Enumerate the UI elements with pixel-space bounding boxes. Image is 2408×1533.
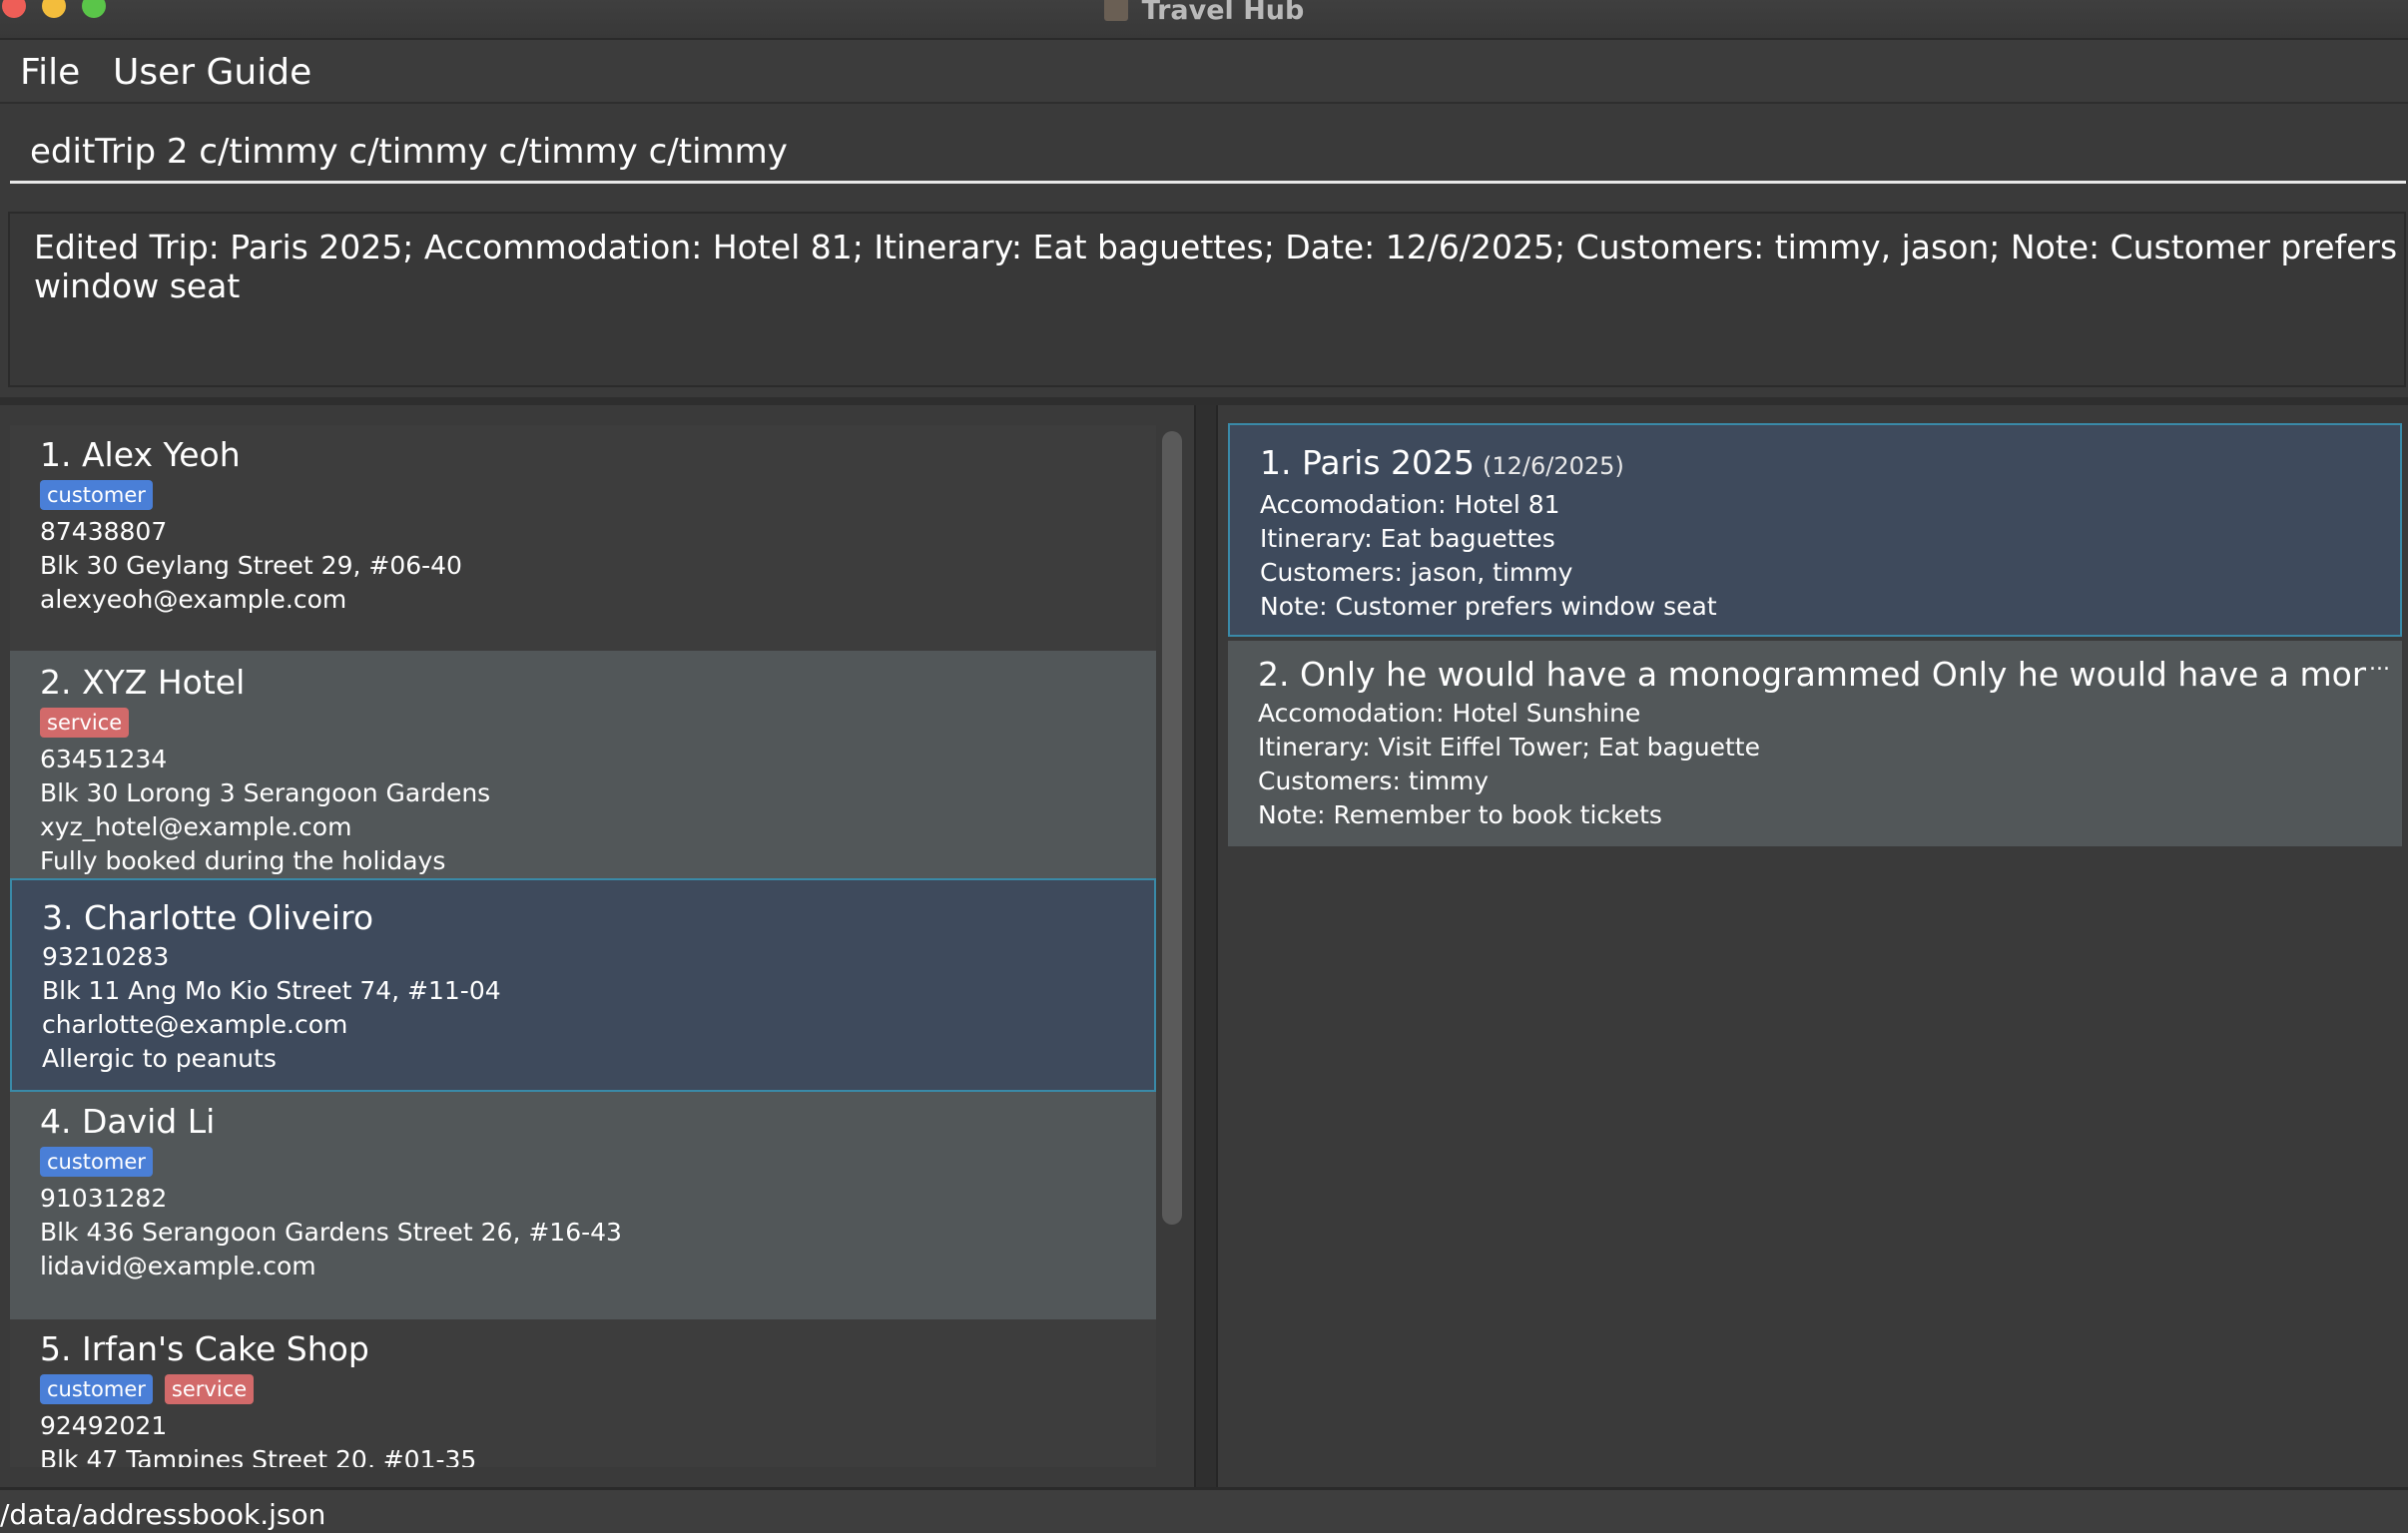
menu-bar: File User Guide bbox=[0, 40, 2408, 104]
person-tags: service bbox=[40, 708, 1156, 742]
trip-card[interactable]: 2. Only he would have a monogrammed Only… bbox=[1228, 641, 2402, 846]
trip-accommodation: Accomodation: Hotel 81 bbox=[1260, 490, 1560, 519]
trip-title: 2. Only he would have a monogrammed Only… bbox=[1258, 653, 2366, 697]
trip-name: 2. Only he would have a monogrammed Only… bbox=[1258, 655, 2366, 694]
panel-separator bbox=[0, 397, 2408, 405]
window-title: Travel Hub bbox=[0, 0, 2408, 26]
trip-itinerary: Itinerary: Eat baguettes bbox=[1260, 524, 1555, 553]
person-address: Blk 11 Ang Mo Kio Street 74, #11-04 bbox=[42, 976, 501, 1005]
person-note: Fully booked during the holidays bbox=[40, 846, 446, 875]
person-tags: customer bbox=[40, 1147, 1156, 1181]
person-name: 4. David Li bbox=[40, 1102, 216, 1141]
person-card-selected[interactable]: 3. Charlotte Oliveiro 93210283 Blk 11 An… bbox=[10, 878, 1156, 1092]
person-address: Blk 30 Geylang Street 29, #06-40 bbox=[40, 551, 462, 580]
more-ellipsis-icon: ... bbox=[2369, 651, 2390, 676]
person-name: 1. Alex Yeoh bbox=[40, 435, 241, 474]
person-card[interactable]: 1. Alex Yeoh customer 87438807 Blk 30 Ge… bbox=[10, 425, 1156, 651]
person-name: 3. Charlotte Oliveiro bbox=[42, 898, 374, 937]
status-bar: /data/addressbook.json bbox=[0, 1487, 2408, 1533]
person-tags: customer service bbox=[40, 1374, 1156, 1408]
person-phone: 92492021 bbox=[40, 1411, 168, 1440]
person-card[interactable]: 2. XYZ Hotel service 63451234 Blk 30 Lor… bbox=[10, 651, 1156, 878]
trip-customers: Customers: jason, timmy bbox=[1260, 558, 1573, 587]
trip-note: Note: Customer prefers window seat bbox=[1260, 592, 1717, 621]
title-bar: Travel Hub bbox=[0, 0, 2408, 40]
tag-badge: service bbox=[40, 708, 130, 738]
person-name: 5. Irfan's Cake Shop bbox=[40, 1329, 369, 1368]
person-address: Blk 436 Serangoon Gardens Street 26, #16… bbox=[40, 1218, 622, 1247]
trip-title: 1. Paris 2025 (12/6/2025) bbox=[1260, 441, 2400, 488]
person-email: alexyeoh@example.com bbox=[40, 585, 347, 614]
trip-note: Note: Remember to book tickets bbox=[1258, 800, 1662, 829]
person-email: charlotte@example.com bbox=[42, 1010, 348, 1039]
trip-name: 1. Paris 2025 bbox=[1260, 443, 1476, 482]
person-phone: 63451234 bbox=[40, 745, 168, 773]
person-email: lidavid@example.com bbox=[40, 1252, 316, 1280]
person-card[interactable]: 4. David Li customer 91031282 Blk 436 Se… bbox=[10, 1092, 1156, 1319]
data-file-path: /data/addressbook.json bbox=[0, 1498, 326, 1531]
result-display: Edited Trip: Paris 2025; Accommodation: … bbox=[8, 212, 2406, 387]
trip-date: (12/6/2025) bbox=[1483, 452, 1624, 480]
command-input[interactable]: editTrip 2 c/timmy c/timmy c/timmy c/tim… bbox=[10, 122, 2406, 184]
person-card[interactable]: 5. Irfan's Cake Shop customer service 924… bbox=[10, 1319, 1156, 1467]
person-phone: 91031282 bbox=[40, 1184, 168, 1213]
command-input-value[interactable]: editTrip 2 c/timmy c/timmy c/timmy c/tim… bbox=[30, 132, 788, 172]
tag-badge: customer bbox=[40, 1374, 153, 1404]
person-phone: 93210283 bbox=[42, 942, 170, 971]
app-icon bbox=[1103, 0, 1128, 21]
tag-badge: service bbox=[164, 1374, 255, 1404]
person-address: Blk 30 Lorong 3 Serangoon Gardens bbox=[40, 778, 491, 807]
person-tags: customer bbox=[40, 480, 1156, 514]
trip-itinerary: Itinerary: Visit Eiffel Tower; Eat bague… bbox=[1258, 733, 1760, 762]
split-pane-divider[interactable] bbox=[1194, 405, 1218, 1487]
trip-customers: Customers: timmy bbox=[1258, 766, 1490, 795]
trip-card-selected[interactable]: 1. Paris 2025 (12/6/2025) Accomodation: H… bbox=[1228, 423, 2402, 637]
person-note: Allergic to peanuts bbox=[42, 1044, 277, 1073]
window-title-text: Travel Hub bbox=[1141, 0, 1305, 26]
tag-badge: customer bbox=[40, 1147, 153, 1177]
tag-badge: customer bbox=[40, 480, 153, 510]
person-list-scrollbar[interactable] bbox=[1162, 431, 1182, 1225]
trip-accommodation: Accomodation: Hotel Sunshine bbox=[1258, 699, 1641, 728]
person-phone: 87438807 bbox=[40, 517, 168, 546]
menu-file[interactable]: File bbox=[20, 52, 80, 93]
person-email: xyz_hotel@example.com bbox=[40, 812, 352, 841]
result-message: Edited Trip: Paris 2025; Accommodation: … bbox=[34, 228, 2398, 305]
person-name: 2. XYZ Hotel bbox=[40, 663, 246, 702]
person-address: Blk 47 Tampines Street 20, #01-35 bbox=[40, 1445, 477, 1467]
menu-user-guide[interactable]: User Guide bbox=[113, 52, 311, 93]
